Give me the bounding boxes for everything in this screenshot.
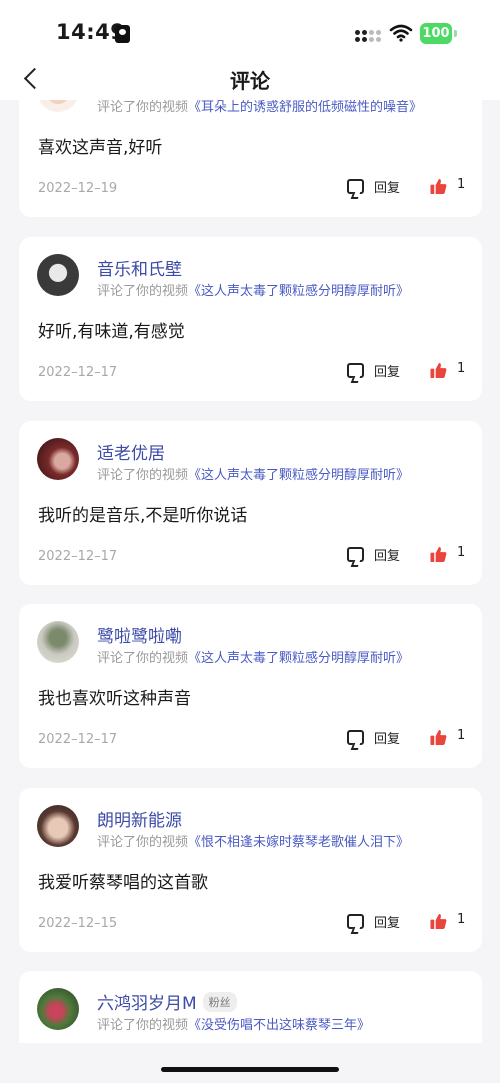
- wifi-icon: [389, 24, 413, 42]
- subline-prefix: 评论了你的视频: [97, 835, 189, 850]
- video-title-link[interactable]: 《这人声太毒了颗粒感分明醇厚耐听》: [188, 284, 409, 299]
- comment-card: 适老优居 评论了你的视频《这人声太毒了颗粒感分明醇厚耐听》 我听的是音乐,不是听…: [19, 421, 482, 585]
- comment-card: 朗明新能源 评论了你的视频《恨不相逢未嫁时蔡琴老歌催人泪下》 我爱听蔡琴唱的这首…: [19, 788, 482, 952]
- like-count: 1: [457, 545, 466, 560]
- avatar[interactable]: [37, 100, 79, 112]
- comment-text: 我爱听蔡琴唱的这首歌: [38, 873, 208, 893]
- nickname[interactable]: 朗明新能源: [97, 806, 182, 831]
- reply-label: 回复: [374, 365, 401, 380]
- nickname: 六鸿羽岁月M 粉丝: [97, 989, 237, 1014]
- thumbs-up-icon: [430, 546, 447, 563]
- comment-subline: 评论了你的视频《没受伤唱不出这味蔡琴三年》: [97, 1014, 370, 1033]
- nickname-text[interactable]: 六鸿羽岁月M: [97, 994, 197, 1014]
- comment-card: 六鸿羽岁月M 粉丝 评论了你的视频《没受伤唱不出这味蔡琴三年》: [19, 971, 482, 1043]
- comment-date: 2022–12–19: [38, 181, 118, 196]
- like-count: 1: [457, 912, 466, 927]
- reply-icon: [347, 363, 364, 378]
- video-title-link[interactable]: 《这人声太毒了颗粒感分明醇厚耐听》: [188, 468, 409, 483]
- comment-card: 鹭啦鹭啦嘞 评论了你的视频《这人声太毒了颗粒感分明醇厚耐听》 我也喜欢听这种声音…: [19, 604, 482, 768]
- thumbs-up-icon: [430, 729, 447, 746]
- avatar[interactable]: [37, 438, 79, 480]
- comment-text: 喜欢这声音,好听: [38, 138, 163, 158]
- reply-label: 回复: [374, 181, 401, 196]
- comment-date: 2022–12–15: [38, 916, 118, 931]
- comment-feed[interactable]: 评论了你的视频《耳朵上的诱惑舒服的低频磁性的噪音》 喜欢这声音,好听 2022–…: [0, 100, 500, 1043]
- comment-subline: 评论了你的视频《耳朵上的诱惑舒服的低频磁性的噪音》: [97, 100, 422, 115]
- subline-prefix: 评论了你的视频: [97, 651, 189, 666]
- comment-card: 评论了你的视频《耳朵上的诱惑舒服的低频磁性的噪音》 喜欢这声音,好听 2022–…: [19, 100, 482, 217]
- subline-prefix: 评论了你的视频: [97, 1018, 189, 1033]
- avatar[interactable]: [37, 254, 79, 296]
- nickname[interactable]: 适老优居: [97, 439, 165, 464]
- home-indicator[interactable]: [161, 1067, 339, 1072]
- subline-prefix: 评论了你的视频: [97, 468, 189, 483]
- avatar[interactable]: [37, 621, 79, 663]
- reply-icon: [347, 179, 364, 194]
- video-title-link[interactable]: 《耳朵上的诱惑舒服的低频磁性的噪音》: [188, 100, 422, 115]
- signal-icon: [355, 26, 381, 44]
- like-count: 1: [457, 177, 466, 192]
- nickname[interactable]: 鹭啦鹭啦嘞: [97, 622, 182, 647]
- reply-icon: [347, 547, 364, 562]
- comment-text: 我听的是音乐,不是听你说话: [38, 506, 248, 526]
- comment-subline: 评论了你的视频《这人声太毒了颗粒感分明醇厚耐听》: [97, 647, 409, 666]
- video-title-link[interactable]: 《没受伤唱不出这味蔡琴三年》: [188, 1018, 370, 1033]
- comment-text: 好听,有味道,有感觉: [38, 322, 185, 342]
- battery-icon: 100: [420, 23, 452, 44]
- comment-subline: 评论了你的视频《这人声太毒了颗粒感分明醇厚耐听》: [97, 464, 409, 483]
- page-title: 评论: [230, 69, 270, 93]
- reply-icon: [347, 914, 364, 929]
- subline-prefix: 评论了你的视频: [97, 100, 189, 115]
- id-card-icon: [115, 25, 130, 43]
- avatar[interactable]: [37, 988, 79, 1030]
- avatar[interactable]: [37, 805, 79, 847]
- thumbs-up-icon: [430, 913, 447, 930]
- comment-date: 2022–12–17: [38, 365, 118, 380]
- comment-date: 2022–12–17: [38, 549, 118, 564]
- status-bar: 14:49 100: [0, 0, 500, 64]
- reply-icon: [347, 730, 364, 745]
- comment-subline: 评论了你的视频《恨不相逢未嫁时蔡琴老歌催人泪下》: [97, 831, 409, 850]
- thumbs-up-icon: [430, 178, 447, 195]
- reply-label: 回复: [374, 732, 401, 747]
- nav-bar: 评论: [0, 56, 500, 100]
- nickname[interactable]: 音乐和氏壁: [97, 255, 182, 280]
- battery-cap: [454, 30, 457, 37]
- comment-date: 2022–12–17: [38, 732, 118, 747]
- comment-subline: 评论了你的视频《这人声太毒了颗粒感分明醇厚耐听》: [97, 280, 409, 299]
- like-count: 1: [457, 361, 466, 376]
- fan-badge: 粉丝: [202, 992, 237, 1012]
- video-title-link[interactable]: 《恨不相逢未嫁时蔡琴老歌催人泪下》: [188, 835, 409, 850]
- subline-prefix: 评论了你的视频: [97, 284, 189, 299]
- reply-label: 回复: [374, 549, 401, 564]
- comment-card: 音乐和氏壁 评论了你的视频《这人声太毒了颗粒感分明醇厚耐听》 好听,有味道,有感…: [19, 237, 482, 401]
- like-count: 1: [457, 728, 466, 743]
- comment-text: 我也喜欢听这种声音: [38, 689, 191, 709]
- reply-label: 回复: [374, 916, 401, 931]
- thumbs-up-icon: [430, 362, 447, 379]
- video-title-link[interactable]: 《这人声太毒了颗粒感分明醇厚耐听》: [188, 651, 409, 666]
